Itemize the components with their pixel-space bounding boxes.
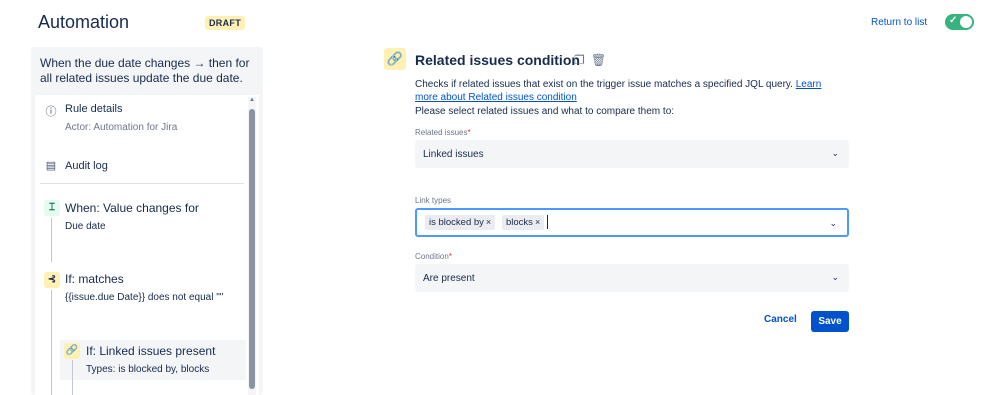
toggle-knob [960, 16, 972, 28]
related-issues-label-text: Related issues [415, 128, 468, 137]
trash-icon[interactable]: 🗑 [591, 53, 606, 67]
flow-connector [51, 218, 52, 262]
link-types-label: Link types [415, 196, 452, 205]
info-icon: ⓘ [45, 106, 57, 118]
sidebar-item-actor: Actor: Automation for Jira [65, 122, 178, 133]
chevron-down-icon: ⌄ [831, 272, 839, 282]
sidebar-scrollbar[interactable]: ▲ [248, 97, 256, 395]
description-text: Checks if related issues that exist on t… [415, 79, 793, 90]
condition-label: Condition* [415, 252, 452, 261]
chevron-down-icon: ⌄ [829, 218, 837, 228]
sidebar-item-audit-log[interactable]: Audit log [65, 160, 108, 172]
save-button[interactable]: Save [811, 311, 849, 332]
remove-chip-icon[interactable]: × [535, 217, 540, 227]
scrollbar-thumb[interactable] [249, 109, 255, 389]
condition-title: Related issues condition [415, 52, 580, 68]
document-icon: ▤ [45, 160, 57, 172]
linked-issues-types: Types: is blocked by, blocks [86, 364, 210, 375]
condition-expression: {{issue.due Date}} does not equal "" [65, 292, 224, 303]
remove-chip-icon[interactable]: × [486, 217, 491, 227]
cancel-button[interactable]: Cancel [764, 314, 797, 325]
chip-blocks[interactable]: blocks × [502, 215, 545, 230]
copy-icon[interactable]: ❐ [574, 53, 585, 67]
trigger-field: Due date [65, 221, 106, 232]
page-title: Automation [38, 12, 130, 32]
chevron-down-icon: ⌄ [831, 148, 839, 158]
rule-description: When the due date changes → then for all… [40, 56, 250, 85]
link-types-multiselect[interactable]: is blocked by × blocks × ⌄ [415, 208, 849, 237]
sidebar-item-linked-issues[interactable]: If: Linked issues present [86, 344, 215, 358]
related-issues-value: Linked issues [423, 149, 484, 160]
scroll-up-icon[interactable]: ▲ [248, 97, 256, 103]
sidebar-divider [40, 183, 244, 184]
trigger-icon: ⌶ [44, 200, 60, 216]
flow-connector [51, 290, 52, 395]
return-to-list-link[interactable]: Return to list [871, 17, 927, 28]
flow-connector [72, 360, 73, 395]
sidebar-item-rule-details[interactable]: Rule details [65, 103, 122, 115]
link-icon: 🔗 [64, 343, 80, 359]
condition-value: Are present [423, 273, 475, 284]
chip-label: is blocked by [429, 217, 484, 228]
condition-select[interactable]: Are present ⌄ [415, 264, 849, 292]
link-icon: 🔗 [384, 48, 406, 70]
rule-enabled-toggle[interactable]: ✓ [945, 14, 974, 30]
chip-is-blocked-by[interactable]: is blocked by × [425, 215, 496, 230]
sidebar-item-trigger[interactable]: When: Value changes for [65, 201, 199, 215]
instruction-text: Please select related issues and what to… [415, 106, 675, 117]
sidebar-item-if-matches[interactable]: If: matches [65, 272, 124, 286]
condition-label-text: Condition [415, 252, 449, 261]
condition-description: Checks if related issues that exist on t… [415, 78, 845, 104]
related-issues-select[interactable]: Linked issues ⌄ [415, 140, 849, 168]
related-issues-label: Related issues* [415, 128, 471, 137]
check-icon: ✓ [949, 15, 958, 26]
text-cursor [547, 215, 548, 229]
draft-badge: DRAFT [205, 16, 245, 30]
condition-branch-icon: ⊰ [44, 272, 60, 288]
chip-label: blocks [506, 217, 533, 228]
